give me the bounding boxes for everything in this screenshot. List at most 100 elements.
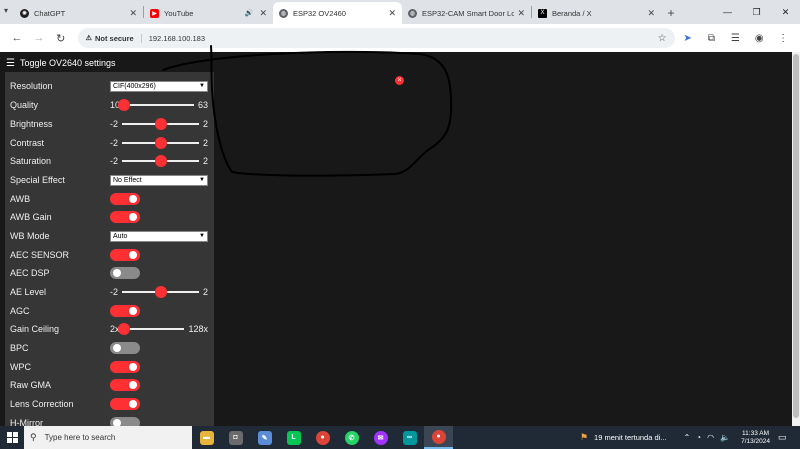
profile-avatar-icon[interactable]: ◉ <box>748 27 770 49</box>
tab-search-icon[interactable]: ▾ <box>4 6 8 15</box>
setting-label: Raw GMA <box>10 380 52 390</box>
taskbar-game[interactable]: ◘ <box>221 426 250 449</box>
slider-max: 128x <box>188 324 208 334</box>
gain-ceiling-slider[interactable]: 2x 128x <box>110 323 208 335</box>
taskbar-file-explorer[interactable]: ▬ <box>192 426 221 449</box>
close-window-icon[interactable]: ✕ <box>771 0 800 24</box>
puzzle-icon[interactable]: ⧉ <box>700 27 722 49</box>
wpc-toggle[interactable] <box>110 361 140 373</box>
taskbar-clock[interactable]: 11:33 AM 7/13/2024 <box>741 430 770 446</box>
tab-esp32-cam-smart-door[interactable]: ◍ ESP32-CAM Smart Door Lo ✕ <box>402 2 531 24</box>
network-icon[interactable]: ◔ <box>696 433 701 442</box>
slider-track[interactable] <box>117 323 185 335</box>
start-button[interactable] <box>0 426 24 449</box>
slider-max: 2 <box>202 119 208 129</box>
aec-dsp-toggle[interactable] <box>110 267 140 279</box>
settings-toggle[interactable]: ☰ Toggle OV2640 settings <box>6 56 116 70</box>
bpc-toggle[interactable] <box>110 342 140 354</box>
slider-track[interactable] <box>122 286 199 298</box>
setting-lens-correction: Lens Correction <box>10 396 210 412</box>
taskbar-chrome[interactable]: ● <box>308 426 337 449</box>
close-icon[interactable]: ✕ <box>259 8 267 19</box>
close-icon[interactable]: ✕ <box>129 8 137 19</box>
search-placeholder: Type here to search <box>44 433 116 442</box>
scrollbar-thumb[interactable] <box>793 54 799 418</box>
aec-sensor-toggle[interactable] <box>110 249 140 261</box>
bookmark-star-icon[interactable]: ☆ <box>658 33 667 44</box>
quality-slider[interactable]: 10 63 <box>110 99 208 111</box>
slider-thumb[interactable] <box>154 286 167 298</box>
wb-mode-select[interactable]: Auto ▼ <box>110 230 208 242</box>
taskbar-search[interactable]: ⚲ Type here to search <box>24 426 192 449</box>
chevron-down-icon: ▼ <box>199 177 205 183</box>
url-text[interactable]: 192.168.100.183 <box>149 34 658 43</box>
saturation-slider[interactable]: -2 2 <box>110 155 208 167</box>
slider-track[interactable] <box>122 137 199 149</box>
close-icon[interactable]: ✕ <box>517 8 525 19</box>
security-label: Not secure <box>94 33 134 43</box>
reading-list-icon[interactable]: ☰ <box>724 27 746 49</box>
close-stream-button[interactable]: × <box>395 76 404 85</box>
taskbar-messenger[interactable]: ✉ <box>366 426 395 449</box>
resolution-select[interactable]: CIF(400x296) ▼ <box>110 80 208 92</box>
taskbar-arduino[interactable]: ∞ <box>395 426 424 449</box>
hamburger-icon[interactable]: ☰ <box>6 58 15 69</box>
slider-thumb[interactable] <box>154 137 167 149</box>
slider-thumb[interactable] <box>118 99 131 111</box>
forward-arrow-icon[interactable]: → <box>28 27 50 49</box>
reload-icon[interactable]: ↻ <box>50 27 72 49</box>
kebab-menu-icon[interactable]: ⋮ <box>772 27 794 49</box>
awb-gain-toggle[interactable] <box>110 211 140 223</box>
chevron-up-icon[interactable]: ⌃ <box>684 433 691 442</box>
setting-aec-dsp: AEC DSP <box>10 265 210 281</box>
toggle-knob <box>129 363 137 371</box>
weather-widget[interactable]: ⚑ 19 menit tertunda di... <box>580 432 667 443</box>
ae-level-slider[interactable]: -2 2 <box>110 286 208 298</box>
slider-thumb[interactable] <box>154 155 167 167</box>
setting-label: Resolution <box>10 81 53 91</box>
wifi-icon[interactable]: ◠ <box>707 433 714 442</box>
tab-youtube[interactable]: ▶ YouTube 🔊 ✕ <box>144 2 273 24</box>
lens-correction-toggle[interactable] <box>110 398 140 410</box>
brightness-slider[interactable]: -2 2 <box>110 118 208 130</box>
setting-awb-gain: AWB Gain <box>10 209 210 225</box>
slider-max: 63 <box>197 100 208 110</box>
close-icon[interactable]: ✕ <box>388 8 396 19</box>
setting-label: AWB <box>10 194 31 204</box>
minimize-icon[interactable]: — <box>713 0 742 24</box>
browser-toolbar: ← → ↻ ⚠ Not secure 192.168.100.183 ☆ ➤ ⧉… <box>0 24 800 52</box>
slider-track[interactable] <box>118 99 194 111</box>
contrast-slider[interactable]: -2 2 <box>110 137 208 149</box>
close-icon[interactable]: ✕ <box>647 8 655 19</box>
tab-beranda-x[interactable]: X Beranda / X ✕ <box>532 2 661 24</box>
volume-icon[interactable]: 🔈 <box>720 433 730 442</box>
awb-toggle[interactable] <box>110 193 140 205</box>
restore-icon[interactable]: ❐ <box>742 0 771 24</box>
taskbar-whatsapp[interactable]: ✆ <box>337 426 366 449</box>
back-arrow-icon[interactable]: ← <box>6 27 28 49</box>
tab-esp32-ov2460[interactable]: ◍ ESP32 OV2460 ✕ <box>273 2 402 24</box>
notification-icon[interactable]: ▭ <box>778 432 794 443</box>
setting-wb-mode: WB Mode Auto ▼ <box>10 228 210 244</box>
slider-thumb[interactable] <box>154 118 167 130</box>
extension-icon[interactable]: ➤ <box>677 27 699 49</box>
settings-toggle-label: Toggle OV2640 settings <box>19 58 116 68</box>
agc-toggle[interactable] <box>110 305 140 317</box>
special-effect-select[interactable]: No Effect ▼ <box>110 174 208 186</box>
traffic-icon: ⚑ <box>579 432 589 442</box>
taskbar-line[interactable]: L <box>279 426 308 449</box>
slider-track[interactable] <box>122 155 199 167</box>
raw-gma-toggle[interactable] <box>110 379 140 391</box>
tab-chatgpt[interactable]: ✺ ChatGPT ✕ <box>14 2 143 24</box>
taskbar-chrome-active[interactable]: ● <box>424 426 453 449</box>
slider-thumb[interactable] <box>117 323 130 335</box>
security-chip[interactable]: ⚠ Not secure <box>86 33 142 43</box>
address-bar[interactable]: ⚠ Not secure 192.168.100.183 ☆ <box>77 28 675 48</box>
speaker-icon[interactable]: 🔊 <box>245 9 254 17</box>
setting-raw-gma: Raw GMA <box>10 377 210 393</box>
h-mirror-toggle[interactable] <box>110 417 140 426</box>
taskbar-paint[interactable]: ✎ <box>250 426 279 449</box>
new-tab-button[interactable]: + <box>661 2 681 24</box>
slider-track[interactable] <box>122 118 199 130</box>
windows-logo-icon <box>6 432 18 443</box>
